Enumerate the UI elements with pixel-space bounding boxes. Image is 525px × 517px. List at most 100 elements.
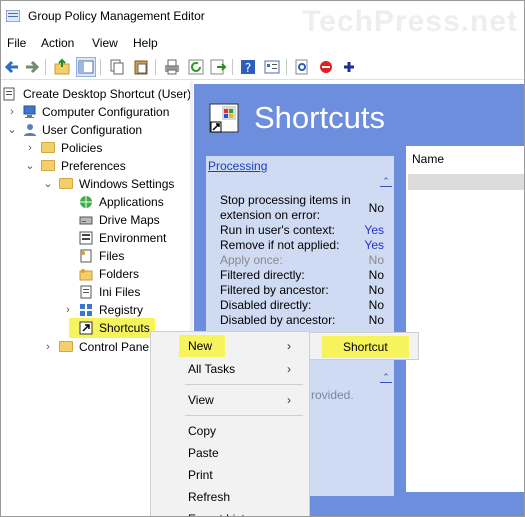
property-row: Stop processing items in extension on er… — [220, 193, 390, 223]
menu-item-label: All Tasks — [188, 362, 236, 376]
editor-window: Group Policy Management Editor TechPress… — [0, 0, 525, 517]
registry-icon — [79, 303, 93, 317]
property-value: Yes — [364, 223, 384, 237]
tree-item-label: Ini Files — [99, 285, 141, 299]
column-header-name[interactable]: Name — [412, 152, 444, 166]
help-icon[interactable]: ? — [239, 58, 257, 76]
export-icon[interactable] — [209, 58, 227, 76]
menu-item-label: New — [188, 339, 213, 353]
menu-item-view[interactable]: View › — [151, 389, 309, 411]
property-key: Disabled directly: — [220, 298, 312, 312]
menu-item-export-list[interactable]: Export List... — [151, 508, 309, 516]
computer-icon — [23, 105, 37, 119]
chevron-down-icon[interactable]: ⌄ — [7, 121, 17, 139]
menu-item-label: Export List... — [188, 508, 255, 516]
app-icon — [5, 9, 21, 23]
property-value: No — [368, 313, 384, 327]
chevron-right-icon[interactable]: › — [25, 139, 35, 157]
property-key: Stop processing items in extension on er… — [220, 193, 351, 222]
toolbar-separator — [286, 59, 287, 75]
menu-item-shortcut[interactable]: Shortcut — [343, 336, 388, 358]
property-key: Apply once: — [220, 253, 283, 267]
shortcut-icon — [208, 102, 240, 134]
chevron-down-icon[interactable]: ⌄ — [43, 175, 53, 193]
tree-item-label: Drive Maps — [99, 213, 160, 227]
add-icon[interactable] — [340, 58, 358, 76]
toolbar-separator — [100, 59, 101, 75]
tree-item-shortcuts[interactable]: Shortcuts — [69, 318, 155, 338]
menu-item-print[interactable]: Print — [151, 464, 309, 486]
tree-item-label: Control Pane — [79, 340, 150, 354]
folder-icon — [41, 159, 55, 173]
property-value: No — [368, 268, 384, 282]
folder-icon — [41, 141, 55, 155]
tree-item-label: Windows Settings — [79, 177, 175, 191]
menu-item-label: Paste — [188, 446, 219, 460]
back-icon[interactable] — [3, 58, 21, 76]
description-text: rovided. — [311, 388, 354, 402]
window-title: Group Policy Management Editor — [28, 9, 205, 23]
file-icon — [79, 249, 93, 263]
menu-view[interactable]: View — [92, 36, 118, 50]
chevron-right-icon[interactable]: › — [7, 103, 17, 121]
control-panel-icon — [59, 340, 73, 354]
property-value: No — [368, 253, 384, 267]
environment-icon — [79, 231, 93, 245]
show-hide-tree-icon[interactable] — [76, 57, 96, 77]
up-folder-icon[interactable] — [53, 58, 71, 76]
chevron-down-icon[interactable]: ⌄ — [25, 157, 35, 175]
tree-item-label: Computer Configuration — [42, 105, 170, 119]
svg-text:?: ? — [245, 61, 251, 75]
menu-item-label: View — [188, 393, 214, 407]
items-list: Name — [406, 146, 524, 492]
menu-separator — [185, 415, 303, 416]
collapse-icon[interactable]: ⌃ — [380, 176, 392, 187]
menu-item-copy[interactable]: Copy — [151, 420, 309, 442]
chevron-right-icon: › — [287, 393, 291, 407]
list-item[interactable] — [408, 174, 524, 190]
toolbar-separator — [155, 59, 156, 75]
processing-link[interactable]: Processing — [208, 159, 267, 173]
menu-help[interactable]: Help — [133, 36, 158, 50]
chevron-right-icon[interactable]: › — [43, 338, 53, 356]
tree-item-label: Environment — [99, 231, 167, 245]
refresh-icon[interactable] — [187, 58, 205, 76]
copy-icon[interactable] — [108, 58, 126, 76]
menu-item-refresh[interactable]: Refresh — [151, 486, 309, 508]
filter-icon[interactable] — [293, 58, 311, 76]
property-value: Yes — [364, 238, 384, 252]
property-key: Run in user's context: — [220, 223, 336, 237]
property-value: No — [368, 283, 384, 297]
paste-icon[interactable] — [132, 58, 150, 76]
menu-item-new[interactable]: New › — [151, 335, 309, 357]
chevron-right-icon[interactable]: › — [63, 301, 73, 319]
tree-item-label: Policies — [61, 141, 103, 155]
menu-action[interactable]: Action — [41, 36, 74, 50]
menu-item-paste[interactable]: Paste — [151, 442, 309, 464]
tree-item-label: Files — [99, 249, 125, 263]
toolbar-separator — [232, 59, 233, 75]
collapse-icon[interactable]: ⌃ — [380, 372, 392, 383]
drive-icon — [79, 213, 93, 227]
tree-item-label: Create Desktop Shortcut (User) — [23, 87, 192, 101]
forward-icon[interactable] — [23, 58, 41, 76]
menu-item-label: Print — [188, 468, 213, 482]
delete-icon[interactable] — [317, 58, 335, 76]
tree-item-label: Folders — [99, 267, 140, 281]
menu-item-label: Copy — [188, 424, 217, 438]
chevron-right-icon: › — [287, 362, 291, 376]
menu-file[interactable]: File — [7, 36, 26, 50]
menu-separator — [185, 384, 303, 385]
page-title: Shortcuts — [254, 100, 385, 135]
menu-item-all-tasks[interactable]: All Tasks › — [151, 358, 309, 380]
toolbar: ? — [1, 55, 524, 80]
properties-icon[interactable] — [263, 58, 281, 76]
user-icon — [23, 123, 37, 137]
property-key: Filtered by ancestor: — [220, 283, 329, 297]
ini-file-icon — [79, 285, 93, 299]
tree-item-label: Registry — [99, 303, 144, 317]
print-icon[interactable] — [163, 58, 181, 76]
new-submenu: Shortcut — [309, 332, 419, 360]
menu-bar: File Action View Help — [1, 33, 524, 53]
folder-icon — [59, 177, 73, 191]
